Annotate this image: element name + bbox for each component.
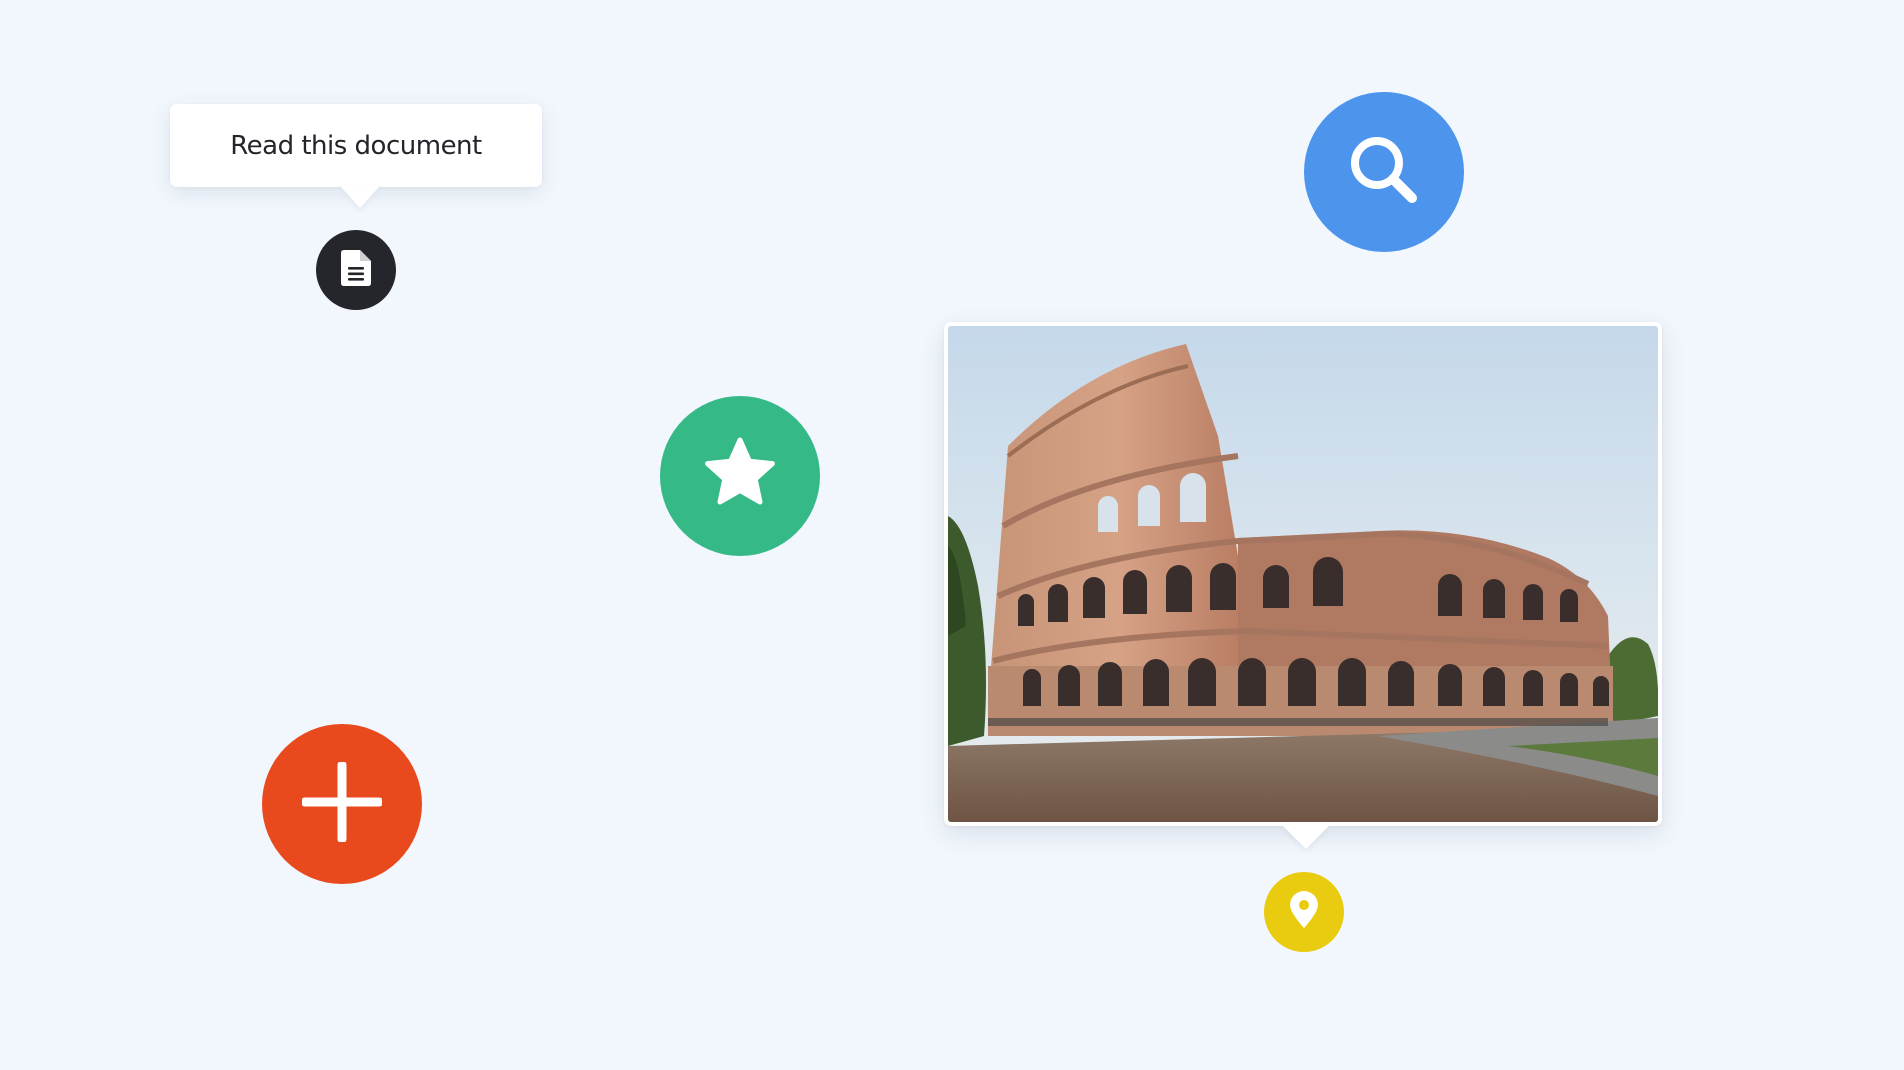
tooltip-text: Read this document	[230, 130, 482, 161]
document-icon	[341, 249, 371, 291]
search-button[interactable]	[1304, 92, 1464, 252]
colosseum-photo	[948, 326, 1658, 822]
plus-icon	[300, 760, 384, 847]
location-pin-icon	[1289, 890, 1319, 934]
tooltip-arrow	[340, 186, 380, 208]
star-icon	[700, 434, 780, 519]
photo-card[interactable]	[944, 322, 1662, 826]
document-tooltip: Read this document	[170, 104, 542, 187]
photo-card-arrow	[1282, 825, 1330, 849]
add-button[interactable]	[262, 724, 422, 884]
location-button[interactable]	[1264, 872, 1344, 952]
document-button[interactable]	[316, 230, 396, 310]
search-icon	[1344, 130, 1424, 215]
favorite-button[interactable]	[660, 396, 820, 556]
